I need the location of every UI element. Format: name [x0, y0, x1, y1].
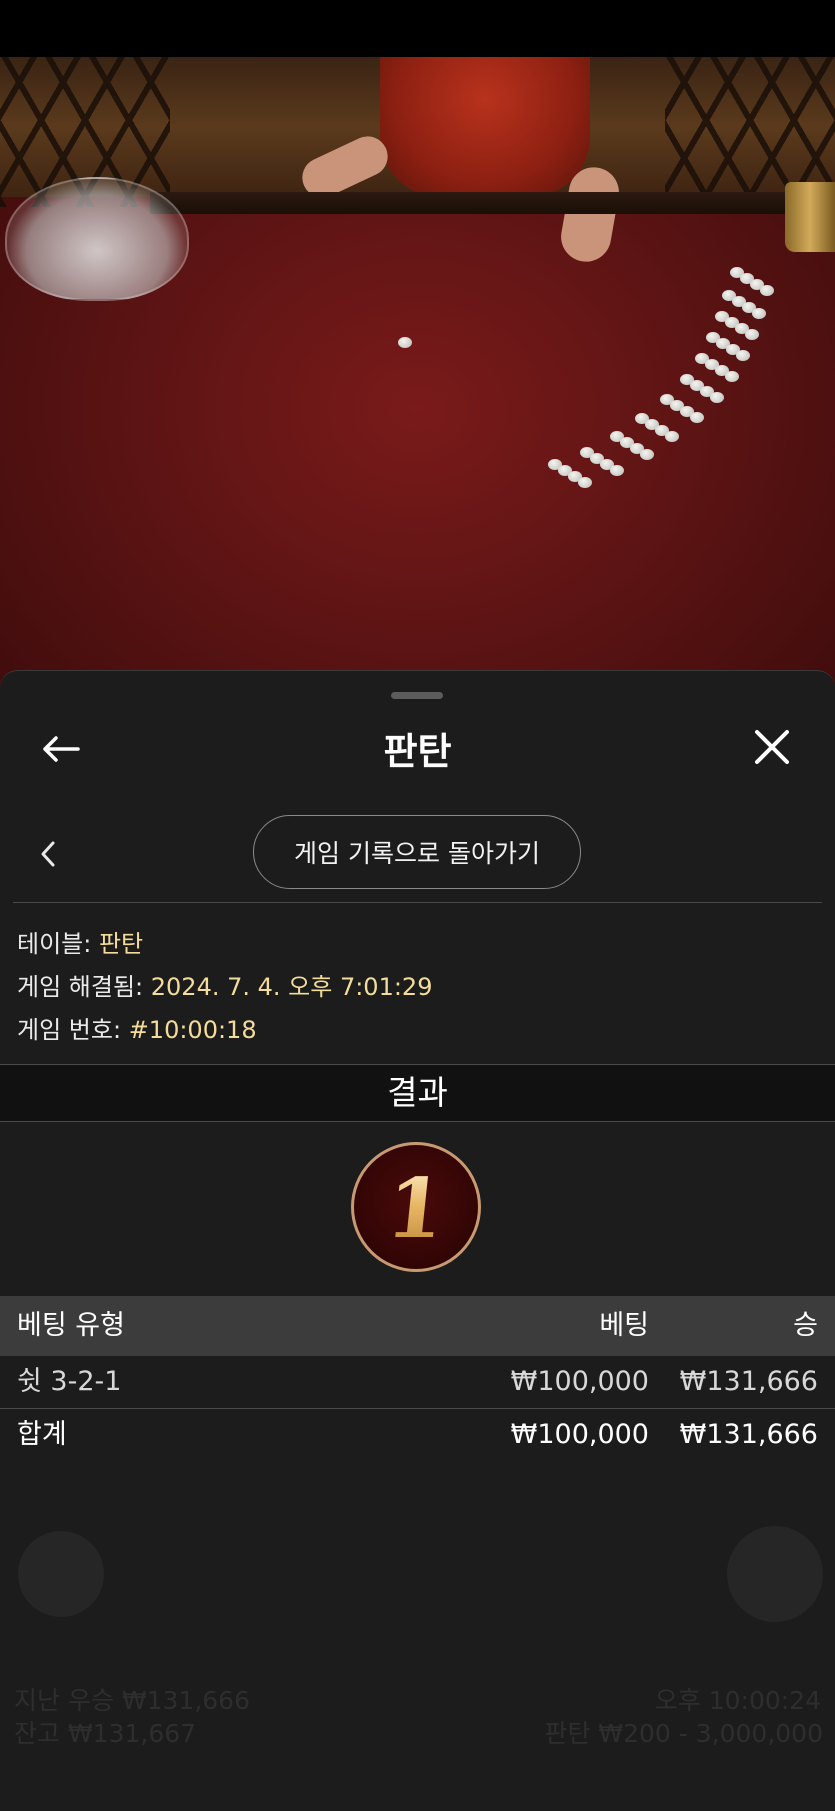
- info-game-number-label: 게임 번호:: [17, 1016, 122, 1044]
- divider: [13, 902, 822, 903]
- sheet-title: 판탄: [383, 730, 452, 773]
- ghost-balance: 잔고 ₩131,667: [14, 1719, 197, 1748]
- ghost-time: 오후 10:00:24: [654, 1686, 821, 1715]
- result-number: 1: [382, 1161, 450, 1257]
- chevron-left-icon[interactable]: [30, 836, 66, 872]
- status-bar: [0, 0, 835, 57]
- bead: [665, 431, 679, 442]
- bets-table-header: 베팅 유형 베팅 승: [0, 1296, 835, 1356]
- bead-bowl: [5, 177, 189, 301]
- info-table: 테이블: 판탄: [17, 924, 143, 959]
- table-row: 쉿 3-2-1 ₩100,000 ₩131,666: [0, 1356, 835, 1408]
- bead: [725, 371, 739, 382]
- bead: [640, 449, 654, 460]
- result-number-badge: 1: [351, 1142, 481, 1272]
- ghost-grid-button: [18, 1531, 104, 1617]
- info-table-value: 판탄: [98, 930, 144, 958]
- bead: [690, 412, 704, 423]
- bead: [610, 465, 624, 476]
- close-icon[interactable]: [746, 721, 798, 773]
- ghost-bet-limit: 판탄 ₩200 - 3,000,000: [544, 1719, 823, 1748]
- bead: [398, 337, 412, 348]
- total-label: 합계: [17, 1419, 67, 1450]
- brass-cup: [785, 182, 835, 252]
- bead: [760, 285, 774, 296]
- ghost-menu-button: [727, 1526, 823, 1622]
- total-win: ₩131,666: [679, 1419, 818, 1450]
- bead: [736, 350, 750, 361]
- bead: [710, 392, 724, 403]
- info-resolved-value: 2024. 7. 4. 오후 7:01:29: [150, 973, 433, 1001]
- bead: [578, 477, 592, 488]
- live-video-feed: [0, 57, 835, 697]
- table-rail: [150, 192, 800, 214]
- dealer: [380, 57, 590, 197]
- game-detail-sheet: 지난 우승 ₩131,666 잔고 ₩131,667 오후 10:00:24 판…: [0, 670, 835, 1811]
- header-bet: 베팅: [599, 1310, 649, 1341]
- info-table-label: 테이블:: [17, 930, 92, 958]
- header-win: 승: [793, 1310, 818, 1341]
- bead: [745, 329, 759, 340]
- sheet-grabber[interactable]: [391, 692, 443, 699]
- result-heading: 결과: [0, 1064, 835, 1122]
- info-resolved: 게임 해결됨: 2024. 7. 4. 오후 7:01:29: [17, 967, 432, 1002]
- info-resolved-label: 게임 해결됨:: [17, 973, 144, 1001]
- info-game-number: 게임 번호: #10:00:18: [17, 1010, 257, 1045]
- header-bet-type: 베팅 유형: [17, 1310, 125, 1341]
- bet-amount-cell: ₩100,000: [510, 1366, 649, 1397]
- ghost-last-win: 지난 우승 ₩131,666: [14, 1686, 250, 1715]
- info-game-number-value: #10:00:18: [128, 1016, 257, 1044]
- total-bet: ₩100,000: [510, 1419, 649, 1450]
- table-total-row: 합계 ₩100,000 ₩131,666: [0, 1409, 835, 1461]
- win-amount-cell: ₩131,666: [679, 1366, 818, 1397]
- back-to-history-button[interactable]: 게임 기록으로 돌아가기: [253, 815, 581, 889]
- bead: [752, 308, 766, 319]
- bet-type-cell: 쉿 3-2-1: [17, 1366, 122, 1397]
